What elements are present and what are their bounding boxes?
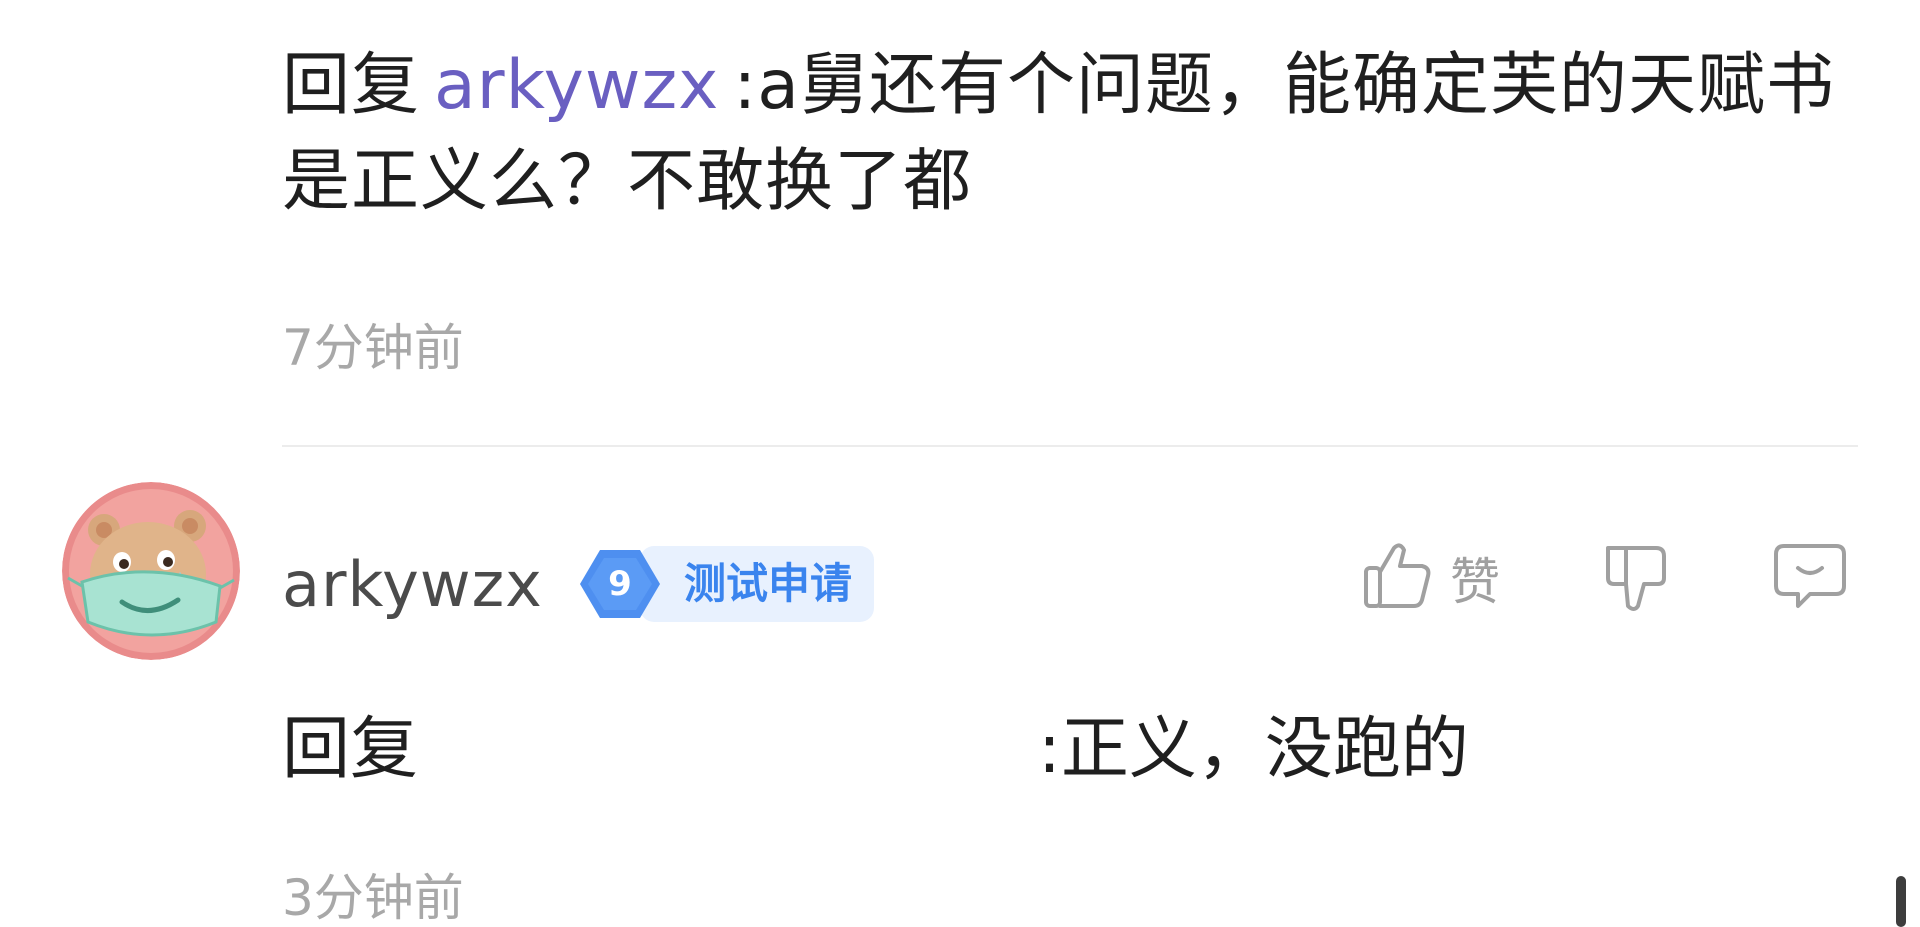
reply-prefix: 回复 bbox=[282, 710, 419, 789]
badge-label: 测试申请 bbox=[640, 546, 875, 622]
comment-timestamp: 3分钟前 bbox=[282, 869, 464, 927]
mention-link[interactable]: arkywzx bbox=[434, 46, 719, 125]
level-number: 9 bbox=[608, 564, 632, 604]
like-label: 赞 bbox=[1450, 553, 1500, 611]
level-badge[interactable]: 9 测试申请 bbox=[578, 546, 875, 622]
comment-content: :正义，没跑的 bbox=[1038, 710, 1469, 789]
comment-timestamp: 7分钟前 bbox=[282, 319, 464, 377]
comment-text[interactable]: 回复 arkywzx:a舅还有个问题，能确定芙的天赋书是正义么？不敢换了都 bbox=[282, 38, 1842, 230]
comment-thread: 回复 arkywzx:a舅还有个问题，能确定芙的天赋书是正义么？不敢换了都 7分钟… bbox=[0, 0, 1920, 927]
divider bbox=[282, 445, 1858, 447]
reply-button[interactable] bbox=[1770, 528, 1850, 628]
reply-prefix: 回复 bbox=[282, 46, 421, 125]
redacted-mention bbox=[418, 713, 1039, 794]
author-name[interactable]: arkywzx bbox=[282, 548, 543, 621]
comment-bubble-icon bbox=[1770, 538, 1850, 618]
dislike-button[interactable] bbox=[1598, 528, 1674, 628]
thumbs-down-icon bbox=[1598, 538, 1674, 618]
like-button[interactable]: 赞 bbox=[1360, 528, 1500, 628]
scrollbar[interactable] bbox=[1896, 876, 1906, 927]
avatar[interactable] bbox=[62, 482, 240, 660]
thumbs-up-icon bbox=[1360, 538, 1436, 618]
level-hexagon: 9 bbox=[578, 546, 662, 622]
comment-text[interactable]: 回复 :正义，没跑的 bbox=[282, 702, 1469, 798]
